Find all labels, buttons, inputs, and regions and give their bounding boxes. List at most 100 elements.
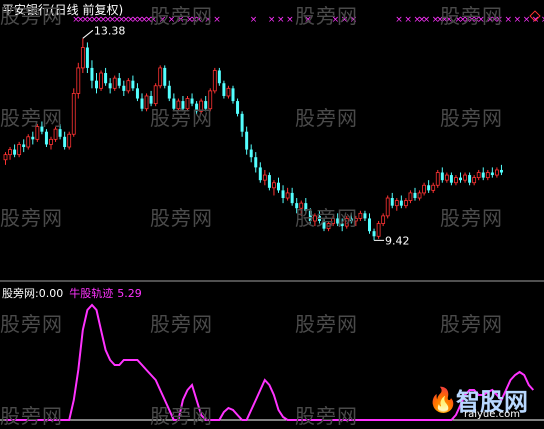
watermark-text: 股旁网 <box>0 206 63 230</box>
watermark-text: 股旁网 <box>440 4 503 28</box>
candle <box>17 141 22 158</box>
candle <box>285 187 290 201</box>
candle-body <box>112 77 117 89</box>
candle <box>3 152 8 165</box>
candle-body <box>8 149 12 156</box>
candle <box>494 167 499 178</box>
candle-body <box>431 184 436 191</box>
candle-body <box>163 67 167 86</box>
candle-body <box>249 149 253 158</box>
candle-body <box>13 149 17 155</box>
candle-body <box>63 136 67 147</box>
candle-body <box>272 182 276 189</box>
candle <box>390 192 394 209</box>
candle-body <box>468 175 472 183</box>
candle-body <box>122 85 126 91</box>
candle-body <box>31 136 35 140</box>
series-legend-label: 牛股轨迹 <box>69 287 114 300</box>
candle <box>163 65 167 89</box>
candle-body <box>90 67 94 81</box>
candle <box>104 67 108 86</box>
candle <box>167 80 171 102</box>
indicator-header: 股旁网:0.00 牛股轨迹 5.29 <box>2 285 142 301</box>
candle <box>80 38 85 74</box>
candle <box>490 167 494 178</box>
candle <box>272 180 276 196</box>
watermark-text: 股旁网 <box>0 106 63 130</box>
candle-body <box>22 144 26 147</box>
candle-body <box>140 98 144 109</box>
candle <box>63 131 67 150</box>
candle-body <box>408 192 413 201</box>
candle <box>258 162 262 183</box>
candle-body <box>135 88 139 99</box>
candle-body <box>76 67 81 94</box>
candle-body <box>108 83 112 89</box>
candle <box>427 180 431 193</box>
candle <box>131 75 135 91</box>
candle-body <box>117 78 121 86</box>
candle-body <box>158 67 163 87</box>
candle-body <box>254 157 258 168</box>
candle-body <box>385 197 390 217</box>
candle-body <box>236 101 240 114</box>
candle <box>158 65 163 89</box>
candle-body <box>459 177 462 181</box>
candle-body <box>490 172 494 176</box>
watermark-text: 股旁网 <box>295 206 358 230</box>
candle <box>385 195 390 219</box>
candle <box>140 93 144 112</box>
candle <box>440 167 444 183</box>
candle <box>44 129 48 147</box>
candle-body <box>245 131 249 150</box>
candle-body <box>422 184 427 194</box>
indicator-value-number: 0.00 <box>38 287 64 300</box>
candle <box>254 152 258 173</box>
candle-body <box>394 200 399 207</box>
signal-marker-icon: × <box>514 15 522 25</box>
candle <box>135 83 139 102</box>
candle <box>290 187 294 206</box>
indicator-name: 股旁网 <box>2 287 35 300</box>
flame-icon: 🔥 <box>428 386 458 414</box>
candle <box>435 169 440 188</box>
candle-body <box>403 200 408 207</box>
candle <box>222 80 226 99</box>
price-candles <box>3 38 503 241</box>
signal-marker-icon: × <box>395 15 403 25</box>
candle-body <box>49 138 53 145</box>
candle <box>144 93 149 112</box>
candle-body <box>485 172 490 179</box>
candle-body <box>435 172 440 186</box>
candle-body <box>126 80 131 92</box>
candle-body <box>226 87 231 97</box>
candle <box>67 131 72 150</box>
candle-body <box>372 231 376 237</box>
candle <box>368 213 371 234</box>
candle-body <box>267 175 271 188</box>
watermark-text: 股旁网 <box>150 312 213 336</box>
candle-body <box>262 174 267 181</box>
candle <box>413 187 417 201</box>
candle <box>444 172 449 183</box>
candle <box>499 164 503 176</box>
candle <box>85 42 89 74</box>
candle-body <box>104 73 108 84</box>
candle-body <box>472 177 477 184</box>
candle-body <box>240 113 244 132</box>
candle-body <box>290 192 294 204</box>
candle-body <box>494 169 499 176</box>
candle <box>108 78 112 94</box>
candle <box>476 169 481 181</box>
candle <box>8 147 12 160</box>
candle <box>31 131 35 145</box>
candle <box>277 177 280 193</box>
signal-marker-icon: × <box>250 15 258 25</box>
candle <box>76 62 81 99</box>
signal-marker-icon: × <box>423 15 431 25</box>
candle-body <box>258 167 262 181</box>
candle-body <box>217 70 221 84</box>
candle <box>99 70 103 91</box>
candle-body <box>95 80 98 89</box>
watermark-text: 股旁网 <box>150 106 213 130</box>
